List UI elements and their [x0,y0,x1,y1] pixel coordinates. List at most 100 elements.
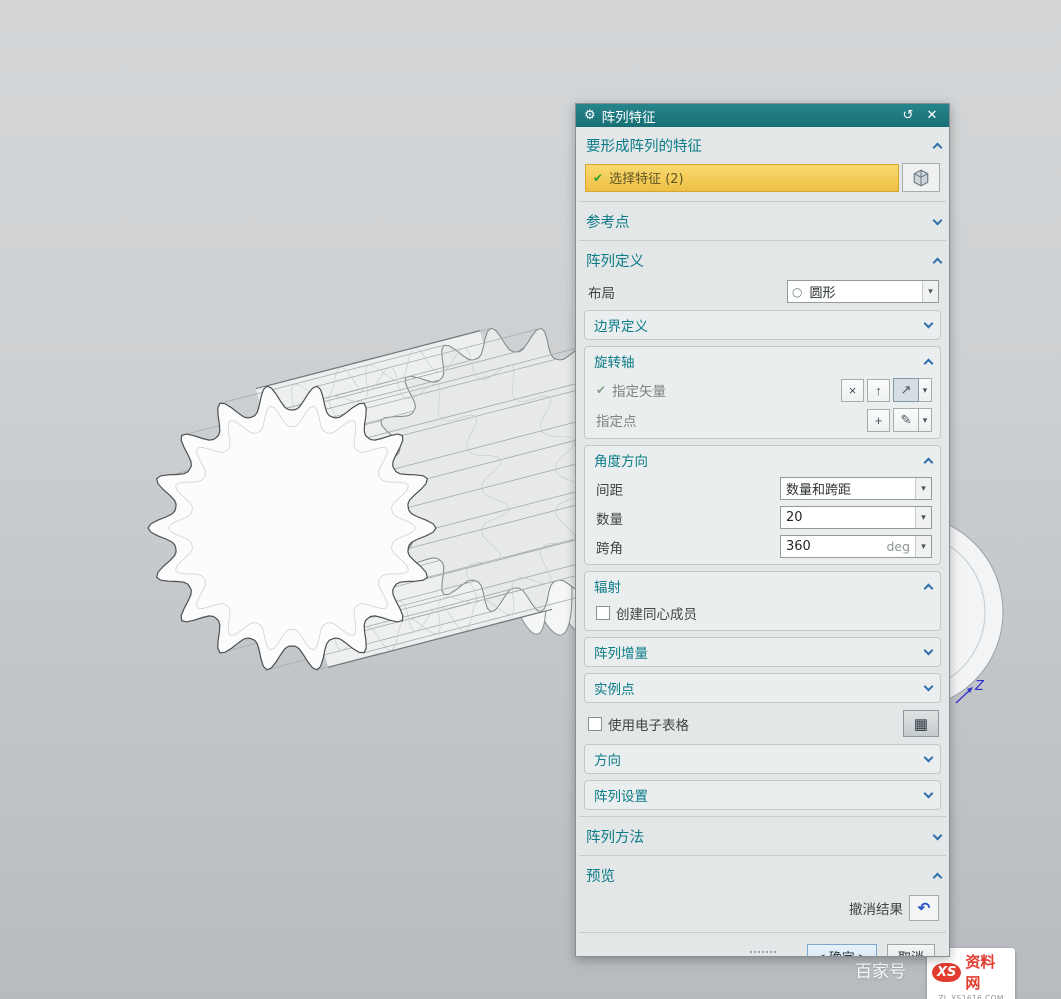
spacing-value: 数量和跨距 [781,479,915,498]
chevron-down-icon [924,319,934,329]
group-rotation-axis-title: 旋转轴 [594,351,635,371]
dialog-title: 阵列特征 [602,106,656,126]
chevron-down-icon [933,830,943,840]
circle-layout-icon: ○ [788,285,804,299]
group-radiate-header[interactable]: 辐射 [585,572,940,600]
span-angle-label: 跨角 [596,537,623,557]
inferred-point-icon: ✎ [901,412,912,428]
span-options-arrow[interactable]: ▾ [915,536,931,557]
check-icon: ✔ [593,171,603,185]
chevron-down-icon [924,682,934,692]
group-angular-direction: 角度方向 间距 数量和跨距 ▾ 数量 ▾ [584,445,941,565]
spreadsheet-row: 使用电子表格 ▦ [576,706,949,741]
application-window: Z 百家号 XS 资料网 ZL.XS1616.COM ⚙ 阵列特征 ↺ ✕ 要形… [0,0,1061,999]
group-rotation-axis-header[interactable]: 旋转轴 [585,347,940,375]
undo-icon: ↶ [918,899,931,917]
reset-button[interactable]: ↺ [899,108,917,123]
resize-grip[interactable] [750,951,776,955]
group-orientation-header[interactable]: 方向 [585,745,940,773]
section-features-header[interactable]: 要形成阵列的特征 [576,129,949,161]
chevron-up-icon [924,457,934,467]
chevron-up-icon [933,873,943,883]
count-field: ▾ [780,506,932,529]
group-pattern-settings: 阵列设置 [584,780,941,810]
layout-dropdown[interactable]: ○ 圆形 ▾ [787,280,939,303]
section-reference-point-header[interactable]: 参考点 [576,205,949,237]
group-instance-points-title: 实例点 [594,678,635,698]
unit-dropdown[interactable]: deg [881,539,915,554]
count-label: 数量 [596,508,623,528]
point-type-arrow-button[interactable]: ▾ [919,408,932,432]
spacing-dropdown[interactable]: 数量和跨距 ▾ [780,477,932,500]
select-feature-label: 选择特征 (2) [609,168,684,187]
group-pattern-increment-header[interactable]: 阵列增量 [585,638,940,666]
chevron-down-icon [924,753,934,763]
layout-label: 布局 [588,282,615,302]
span-angle-input[interactable] [781,539,881,554]
select-feature-field[interactable]: ✔ 选择特征 (2) [585,164,899,192]
span-angle-field: deg ▾ [780,535,932,558]
separator [579,201,946,202]
undo-result-row: 撤消结果 ↶ [576,891,949,929]
specify-vector-label: 指定矢量 [612,380,666,400]
point-dialog-icon: + [875,413,883,428]
concentric-checkbox-wrap: 创建同心成员 [596,603,697,623]
chevron-up-icon [933,143,943,153]
separator [579,816,946,817]
undo-result-button[interactable]: ↶ [909,895,939,921]
chevron-down-icon [933,215,943,225]
section-pattern-method-header[interactable]: 阵列方法 [576,820,949,852]
spacing-row: 间距 数量和跨距 ▾ [585,474,940,503]
z-axis-label: Z [975,679,984,694]
vector-axis-icon: ↗ [901,382,912,398]
spreadsheet-icon: ▦ [914,715,928,733]
section-pattern-method-title: 阵列方法 [586,826,644,847]
count-input[interactable] [781,510,915,525]
ok-button[interactable]: < 确定 > [807,944,877,956]
group-instance-points-header[interactable]: 实例点 [585,674,940,702]
group-boundary-header[interactable]: 边界定义 [585,311,940,339]
spreadsheet-button[interactable]: ▦ [903,710,939,737]
vector-buttons: × ↑ ↗ ▾ [841,378,932,402]
layout-row: 布局 ○ 圆形 ▾ [576,276,949,307]
use-spreadsheet-checkbox[interactable] [588,717,602,731]
section-reference-point-title: 参考点 [586,211,630,232]
group-pattern-increment: 阵列增量 [584,637,941,667]
vector-dialog-icon: × [849,383,857,398]
point-buttons: + ✎ ▾ [867,408,932,432]
vector-type-arrow-button[interactable]: ▾ [919,378,932,402]
section-pattern-definition-title: 阵列定义 [586,250,644,271]
group-pattern-increment-title: 阵列增量 [594,642,648,662]
pattern-feature-icon-button[interactable] [902,163,940,192]
dialog-titlebar[interactable]: ⚙ 阵列特征 ↺ ✕ [576,104,949,127]
group-radiate-title: 辐射 [594,576,621,596]
specify-vector-row: ✔ 指定矢量 × ↑ ↗ ▾ [585,375,940,405]
section-preview-header[interactable]: 预览 [576,859,949,891]
pattern-feature-dialog: ⚙ 阵列特征 ↺ ✕ 要形成阵列的特征 ✔ 选择特征 (2) [575,103,950,957]
close-button[interactable]: ✕ [923,108,941,123]
section-pattern-definition-header[interactable]: 阵列定义 [576,244,949,276]
vector-dialog-button[interactable]: × [841,379,864,402]
section-preview-title: 预览 [586,865,615,886]
point-type-split-button: ✎ ▾ [893,408,932,432]
dropdown-arrow-icon: ▾ [923,385,928,396]
cancel-button[interactable]: 取消 [887,944,935,956]
group-rotation-axis: 旋转轴 ✔ 指定矢量 × ↑ ↗ ▾ [584,346,941,439]
group-orientation-title: 方向 [594,749,621,769]
group-angular-direction-header[interactable]: 角度方向 [585,446,940,474]
count-options-arrow[interactable]: ▾ [915,507,931,528]
point-type-button[interactable]: ✎ [893,408,919,432]
point-dialog-button[interactable]: + [867,409,890,432]
group-boundary-title: 边界定义 [594,315,648,335]
dropdown-arrow-icon: ▾ [923,415,928,426]
concentric-row: 创建同心成员 [585,600,940,630]
group-orientation: 方向 [584,744,941,774]
group-pattern-settings-header[interactable]: 阵列设置 [585,781,940,809]
chevron-down-icon [924,646,934,656]
dialog-body: 要形成阵列的特征 ✔ 选择特征 (2) 参考点 [576,127,949,956]
separator [579,932,946,933]
create-concentric-checkbox[interactable] [596,606,610,620]
vector-type-button[interactable]: ↗ [893,378,919,402]
inferred-vector-button[interactable]: ↑ [867,379,890,402]
logo-xs-badge: XS [932,963,961,982]
